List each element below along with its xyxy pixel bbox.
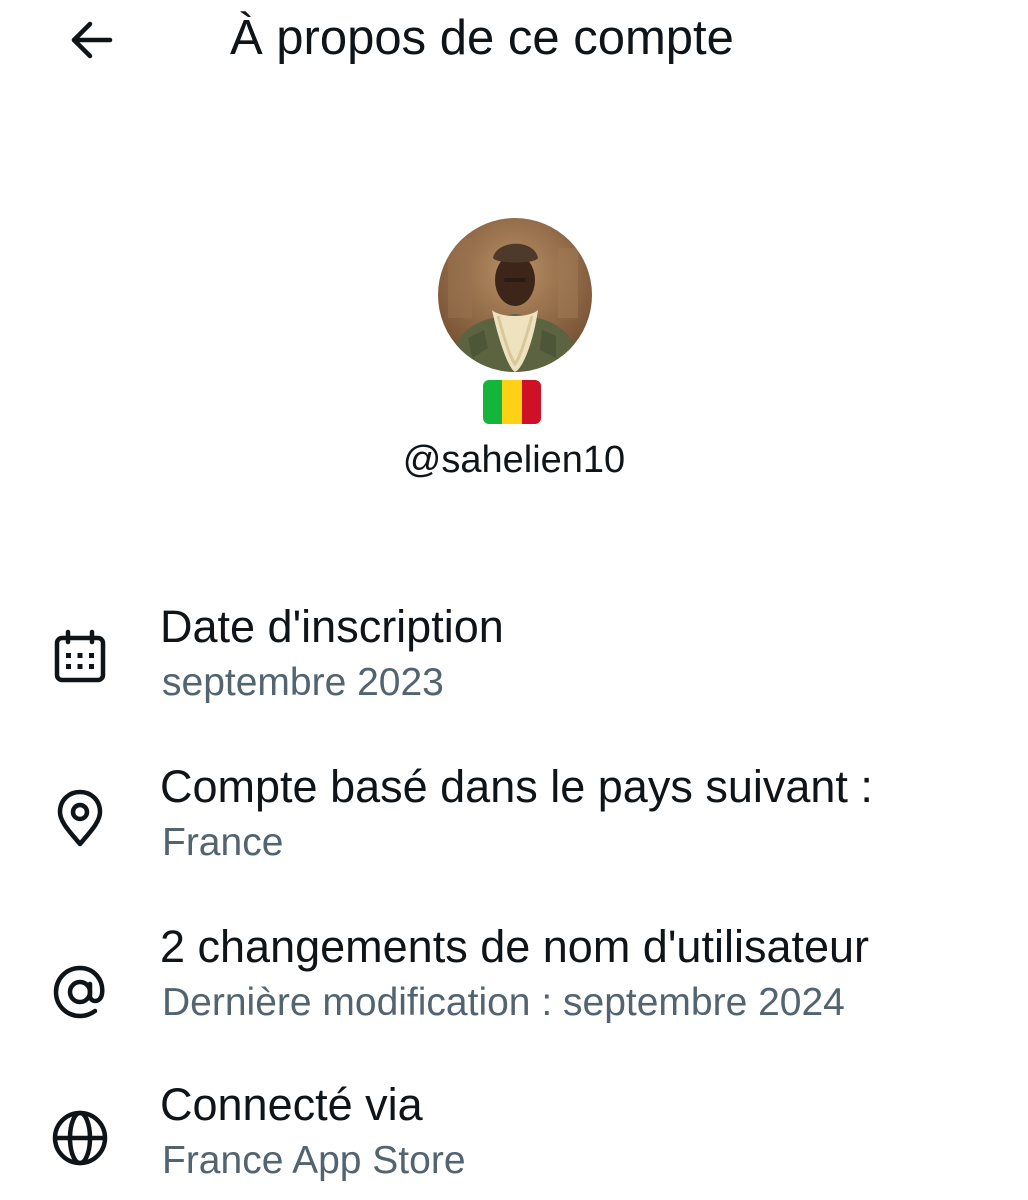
info-row-join-date: Date d'inscription septembre 2023 (0, 598, 1028, 718)
info-title: Compte basé dans le pays suivant : (160, 761, 873, 812)
info-title: 2 changements de nom d'utilisateur (160, 921, 870, 972)
info-subtitle: Dernière modification : septembre 2024 (162, 981, 845, 1024)
info-title: Connecté via (160, 1079, 423, 1130)
top-bar: À propos de ce compte (0, 0, 1028, 80)
arrow-left-icon (71, 21, 113, 59)
info-row-username-changes: 2 changements de nom d'utilisateur Derni… (0, 918, 1028, 1038)
info-subtitle: septembre 2023 (162, 661, 444, 704)
back-button[interactable] (60, 12, 124, 68)
info-subtitle: France App Store (162, 1139, 466, 1182)
mali-flag-icon (483, 380, 541, 424)
info-title: Date d'inscription (160, 601, 504, 652)
username-handle: @sahelien10 (402, 439, 626, 481)
page-title: À propos de ce compte (230, 11, 734, 65)
globe-icon (48, 1106, 112, 1170)
location-pin-icon (48, 786, 112, 850)
info-row-country: Compte basé dans le pays suivant : Franc… (0, 758, 1028, 878)
info-subtitle: France (162, 821, 284, 864)
avatar[interactable] (438, 218, 592, 372)
info-row-connected-via: Connecté via France App Store (0, 1076, 1028, 1196)
at-sign-icon (48, 960, 112, 1024)
calendar-icon (48, 626, 112, 690)
avatar-photo (438, 218, 592, 372)
